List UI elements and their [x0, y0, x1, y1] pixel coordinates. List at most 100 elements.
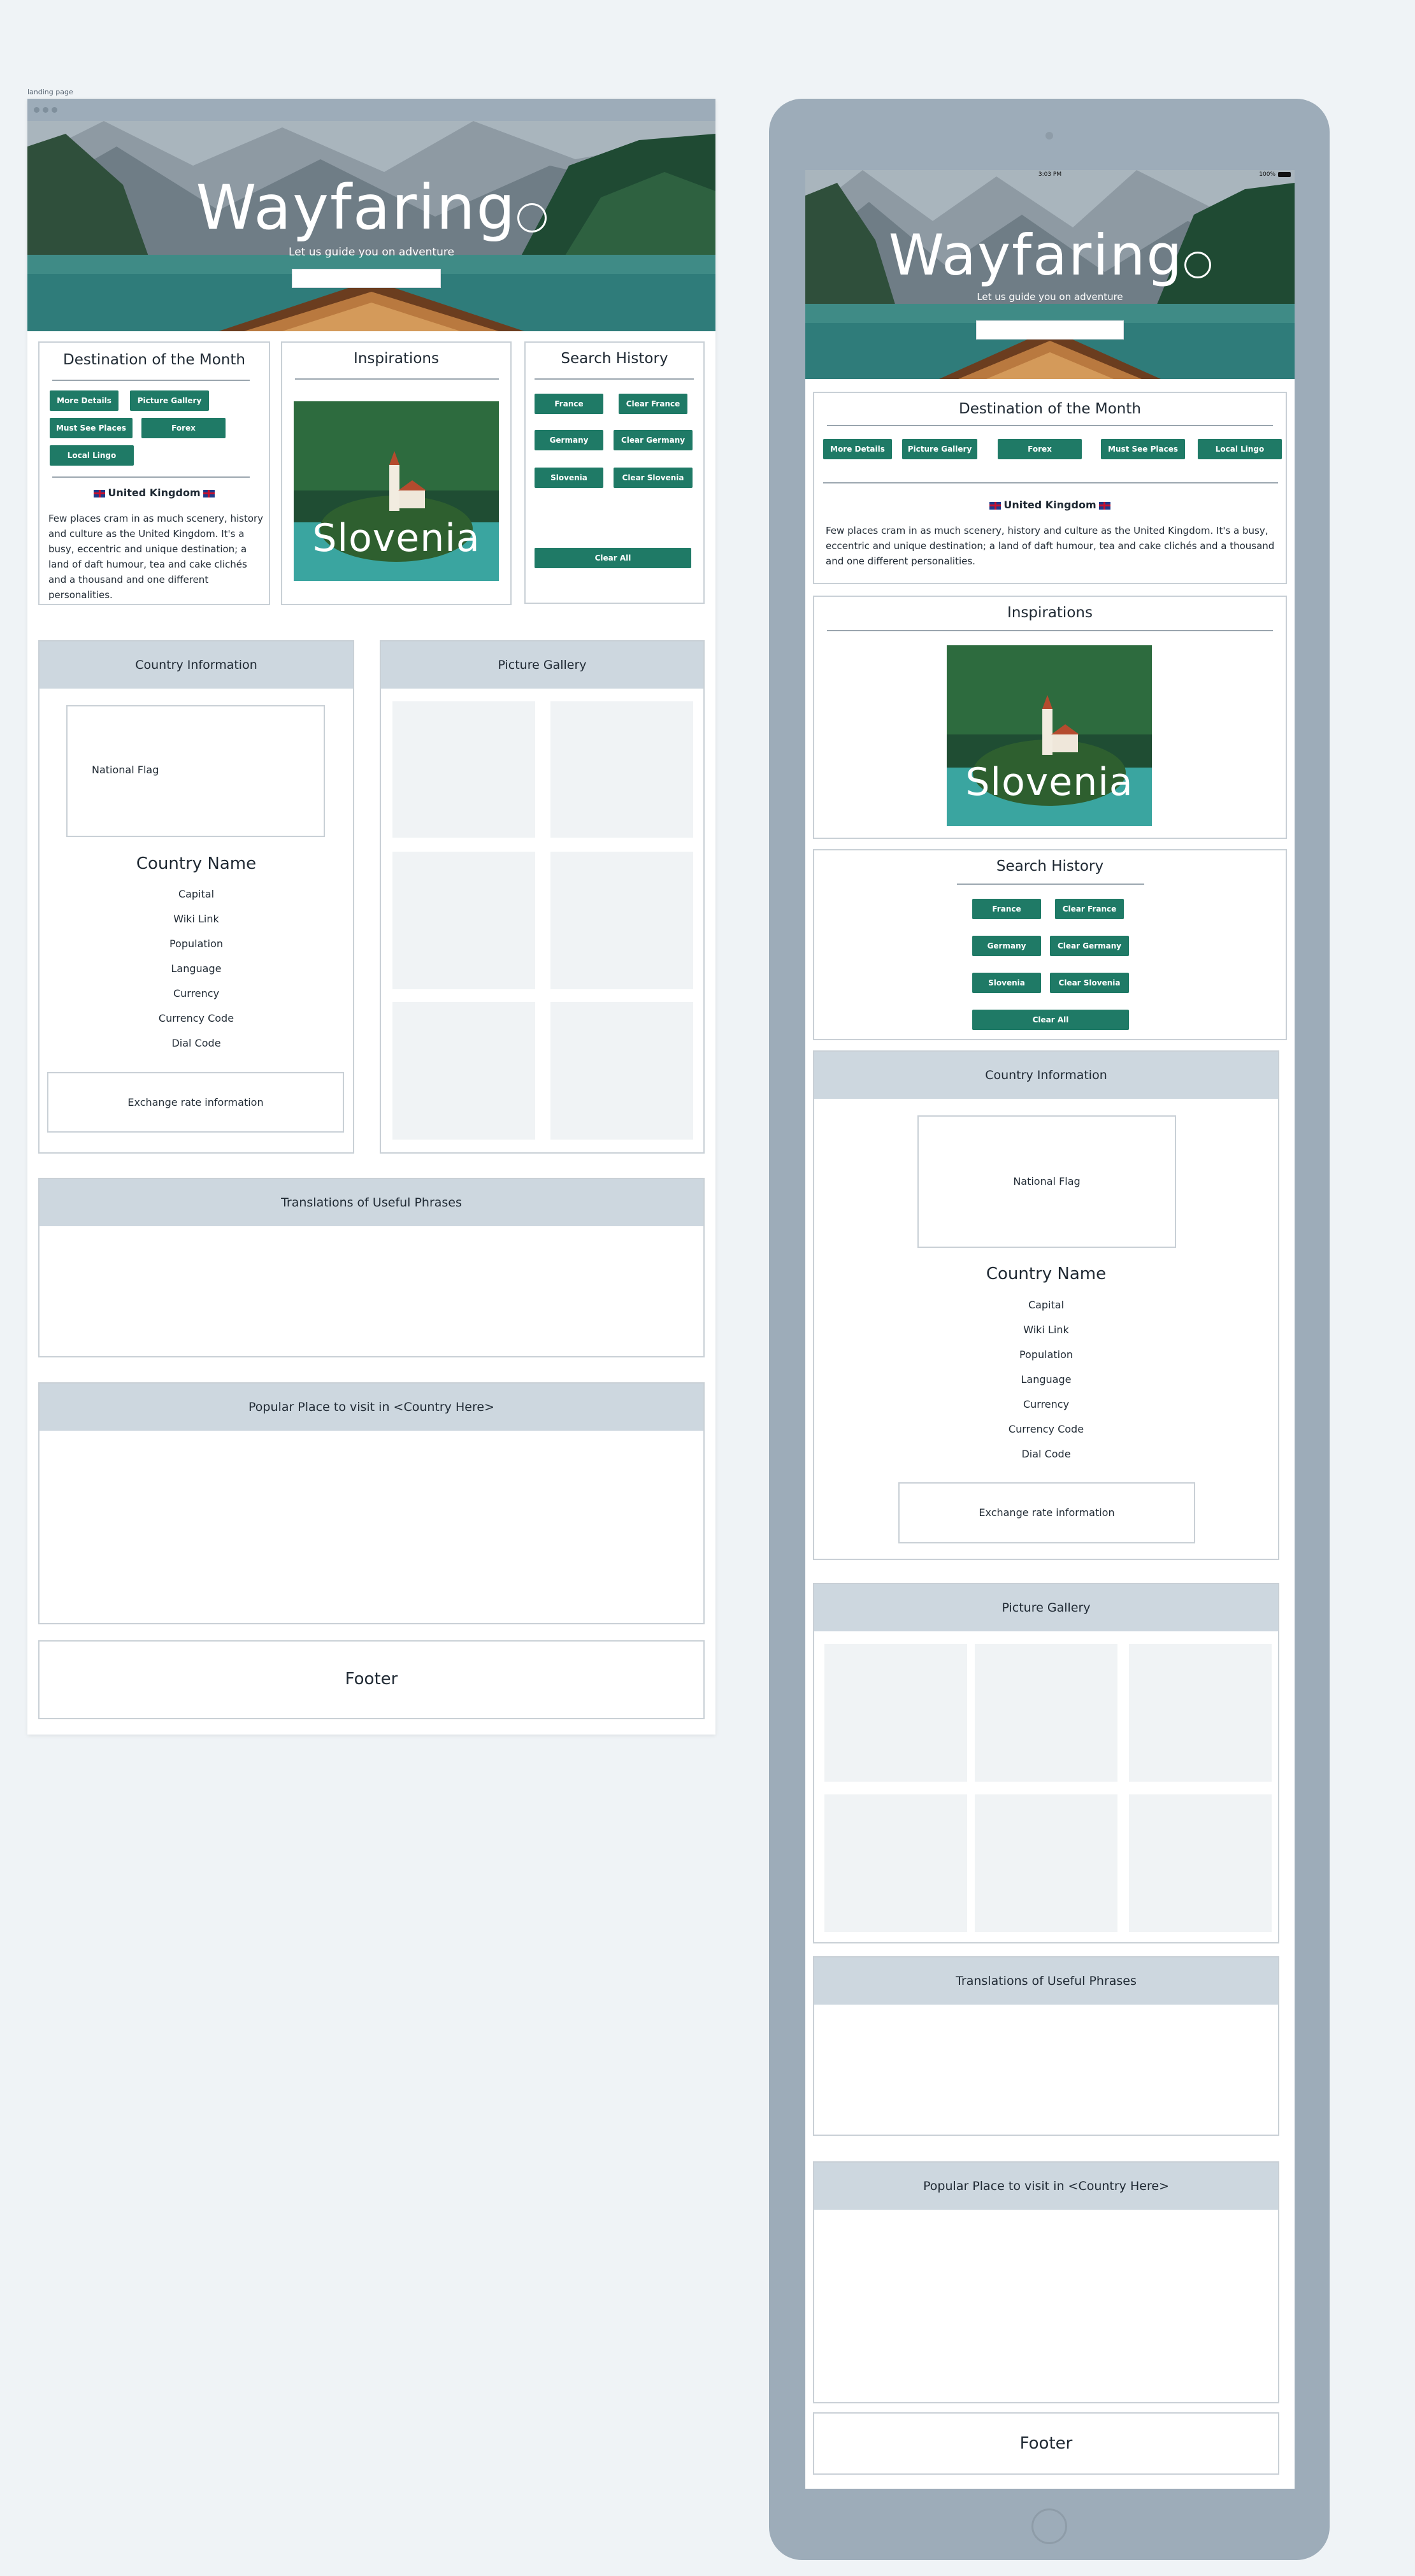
- footer: Footer: [38, 1640, 705, 1719]
- local-lingo-button[interactable]: Local Lingo: [1198, 439, 1282, 459]
- history-germany-button[interactable]: Germany: [535, 430, 603, 450]
- must-see-places-button[interactable]: Must See Places: [1101, 439, 1185, 459]
- uk-flag-icon: [94, 489, 106, 497]
- history-germany-button[interactable]: Germany: [972, 936, 1041, 956]
- gallery-image[interactable]: [392, 852, 535, 989]
- uk-flag-icon: [1098, 501, 1110, 510]
- window-close-dot[interactable]: [34, 107, 40, 113]
- gallery-image[interactable]: [550, 852, 693, 989]
- search-history-card: Search History France Clear France Germa…: [813, 849, 1287, 1040]
- must-see-places-button[interactable]: Must See Places: [50, 418, 133, 438]
- gallery-image[interactable]: [392, 701, 535, 838]
- capital-field: Capital: [1028, 1299, 1065, 1311]
- dial-code-field: Dial Code: [171, 1037, 221, 1049]
- gallery-image[interactable]: [824, 1644, 967, 1782]
- wiki-link-field[interactable]: Wiki Link: [40, 913, 353, 925]
- divider: [535, 378, 694, 380]
- picture-gallery-header: Picture Gallery: [814, 1584, 1278, 1631]
- hero-title-text: Wayfaring: [196, 172, 517, 243]
- destination-card: Destination of the Month More Details Pi…: [813, 392, 1287, 584]
- national-flag-box: National Flag: [917, 1115, 1176, 1248]
- uk-flag-icon: [203, 489, 215, 497]
- gallery-image[interactable]: [824, 1794, 967, 1932]
- hero-banner: Wayfaring Let us guide you on adventure: [805, 170, 1295, 379]
- slovenia-image[interactable]: Slovenia: [294, 401, 499, 581]
- gallery-image[interactable]: [975, 1794, 1117, 1932]
- dial-code-field: Dial Code: [1021, 1448, 1071, 1460]
- exchange-rate-label: Exchange rate information: [127, 1096, 264, 1108]
- forex-button[interactable]: Forex: [998, 439, 1082, 459]
- search-history-card: Search History France Clear France Germa…: [524, 341, 705, 604]
- hero-title: Wayfaring: [27, 177, 715, 238]
- country-info-header: Country Information: [814, 1052, 1278, 1099]
- destination-card: Destination of the Month More Details Pi…: [38, 341, 270, 605]
- currency-field: Currency: [1023, 1398, 1070, 1410]
- history-france-button[interactable]: France: [972, 899, 1041, 919]
- status-bar: 3:03 PM 100%: [805, 170, 1295, 179]
- window-maximize-dot[interactable]: [52, 107, 57, 113]
- country-info-panel: Country Information National Flag Countr…: [813, 1050, 1279, 1560]
- hero-search-input[interactable]: [976, 320, 1124, 340]
- picture-gallery-button[interactable]: Picture Gallery: [130, 390, 209, 411]
- search-history-title: Search History: [996, 858, 1104, 875]
- capital-field: Capital: [178, 888, 215, 900]
- gallery-image[interactable]: [392, 1002, 535, 1140]
- clear-germany-button[interactable]: Clear Germany: [1050, 936, 1129, 956]
- population-field: Population: [169, 938, 224, 950]
- population-field: Population: [1019, 1349, 1074, 1361]
- gallery-image[interactable]: [1129, 1794, 1272, 1932]
- destination-description: Few places cram in as much scenery, hist…: [826, 525, 1275, 567]
- clear-all-button[interactable]: Clear All: [535, 548, 691, 568]
- phrases-panel: Translations of Useful Phrases: [813, 1956, 1279, 2136]
- more-details-button[interactable]: More Details: [823, 439, 892, 459]
- hero-search-input[interactable]: [292, 269, 441, 288]
- hero-banner: Wayfaring Let us guide you on adventure: [27, 121, 715, 331]
- footer-label: Footer: [1019, 2434, 1073, 2453]
- currency-field: Currency: [173, 987, 220, 999]
- gallery-image[interactable]: [1129, 1644, 1272, 1782]
- history-slovenia-button[interactable]: Slovenia: [972, 973, 1041, 993]
- language-field: Language: [171, 962, 222, 975]
- hero-title: Wayfaring: [805, 227, 1295, 283]
- local-lingo-button[interactable]: Local Lingo: [50, 445, 134, 466]
- camera-icon: [1045, 132, 1053, 140]
- destination-description: Few places cram in as much scenery, hist…: [48, 513, 264, 601]
- picture-gallery-button[interactable]: Picture Gallery: [902, 439, 977, 459]
- clear-slovenia-button[interactable]: Clear Slovenia: [614, 468, 693, 488]
- more-details-button[interactable]: More Details: [50, 390, 119, 411]
- phrases-header: Translations of Useful Phrases: [40, 1179, 703, 1226]
- wiki-link-field[interactable]: Wiki Link: [814, 1324, 1278, 1336]
- divider: [827, 630, 1273, 631]
- inspirations-card: Inspirations Slovenia: [813, 596, 1287, 839]
- clear-france-button[interactable]: Clear France: [619, 394, 687, 414]
- slovenia-image[interactable]: Slovenia: [947, 645, 1152, 826]
- divider: [957, 884, 1144, 885]
- popular-place-panel: Popular Place to visit in <Country Here>: [38, 1382, 705, 1624]
- desktop-artboard: Wayfaring Let us guide you on adventure …: [27, 99, 715, 1735]
- history-slovenia-button[interactable]: Slovenia: [535, 468, 603, 488]
- destination-country: United Kingdom: [40, 487, 269, 499]
- clear-france-button[interactable]: Clear France: [1055, 899, 1124, 919]
- gallery-image[interactable]: [550, 701, 693, 838]
- inspirations-title: Inspirations: [1007, 605, 1093, 621]
- currency-code-field: Currency Code: [158, 1012, 234, 1024]
- destination-title: Destination of the Month: [63, 352, 245, 368]
- divider: [823, 482, 1278, 483]
- national-flag-box: National Flag: [66, 705, 325, 837]
- currency-code-field: Currency Code: [1008, 1423, 1084, 1435]
- uk-flag-icon: [989, 501, 1002, 510]
- hero-title-text: Wayfaring: [888, 222, 1184, 288]
- clear-germany-button[interactable]: Clear Germany: [614, 430, 693, 450]
- status-time: 3:03 PM: [1038, 171, 1062, 178]
- forex-button[interactable]: Forex: [141, 418, 226, 438]
- globe-icon: [517, 203, 547, 233]
- country-name-heading: Country Name: [136, 854, 257, 873]
- clear-all-button[interactable]: Clear All: [972, 1010, 1129, 1030]
- popular-place-header: Popular Place to visit in <Country Here>: [814, 2163, 1278, 2210]
- window-minimize-dot[interactable]: [43, 107, 48, 113]
- gallery-image[interactable]: [975, 1644, 1117, 1782]
- clear-slovenia-button[interactable]: Clear Slovenia: [1050, 973, 1129, 993]
- gallery-image[interactable]: [550, 1002, 693, 1140]
- home-button[interactable]: [1031, 2508, 1067, 2544]
- history-france-button[interactable]: France: [535, 394, 603, 414]
